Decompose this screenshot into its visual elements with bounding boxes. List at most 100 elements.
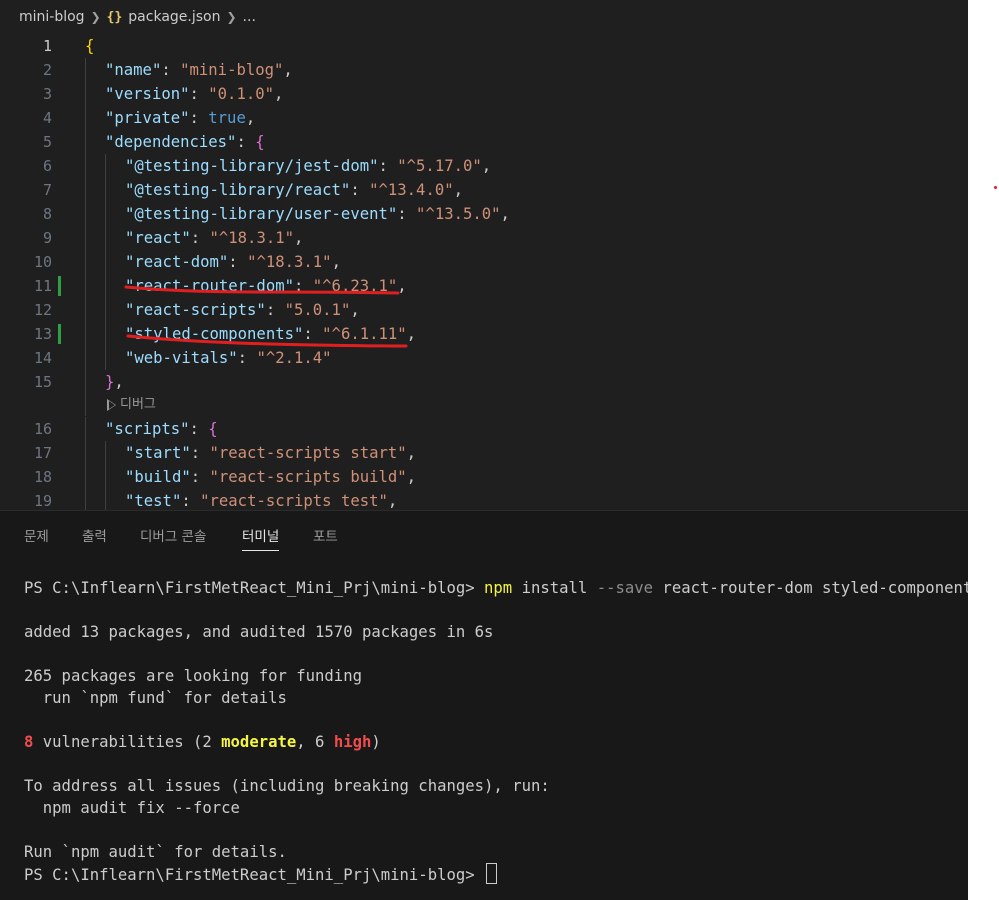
code-content: "@testing-library/user-event": "^13.5.0"… bbox=[85, 202, 510, 226]
code-token: "react-scripts build" bbox=[209, 468, 407, 486]
line-number: 3 bbox=[42, 85, 52, 103]
code-line[interactable]: 13 "styled-components": "^6.1.11", bbox=[0, 322, 968, 346]
indent-guide bbox=[85, 82, 105, 106]
line-number: 18 bbox=[33, 468, 52, 486]
debug-codelens-link[interactable]: 디버그 bbox=[107, 394, 156, 416]
code-token: { bbox=[208, 420, 218, 438]
code-token: : bbox=[378, 157, 398, 175]
code-token: : bbox=[397, 205, 417, 223]
terminal-cursor[interactable] bbox=[486, 863, 498, 884]
code-line[interactable]: 18 "build": "react-scripts build", bbox=[0, 465, 968, 489]
indent-guide bbox=[85, 202, 105, 226]
code-line[interactable]: 4 "private": true, bbox=[0, 106, 968, 130]
code-token: , bbox=[406, 444, 417, 462]
code-line[interactable]: 9 "react": "^18.3.1", bbox=[0, 226, 968, 250]
code-content: "dependencies": { bbox=[85, 130, 265, 154]
code-token: : bbox=[189, 420, 209, 438]
line-number: 8 bbox=[42, 205, 52, 223]
code-content: "react-scripts": "5.0.1", bbox=[85, 298, 360, 322]
code-line[interactable]: 16 "scripts": { bbox=[0, 417, 968, 441]
code-line[interactable]: 14 "web-vitals": "^2.1.4" bbox=[0, 346, 968, 370]
code-token: "^13.4.0" bbox=[369, 181, 454, 199]
code-line[interactable]: 5 "dependencies": { bbox=[0, 130, 968, 154]
code-line[interactable]: 11 "react-router-dom": "^6.23.1", bbox=[0, 274, 968, 298]
code-line[interactable]: 3 "version": "0.1.0", bbox=[0, 82, 968, 106]
code-content: }, bbox=[85, 370, 124, 394]
code-content: "private": true, bbox=[85, 106, 255, 130]
code-line[interactable]: 8 "@testing-library/user-event": "^13.5.0… bbox=[0, 202, 968, 226]
code-token: "build" bbox=[125, 468, 191, 486]
breadcrumb-more[interactable]: ... bbox=[243, 9, 256, 25]
indent-guide bbox=[105, 298, 125, 322]
indent-guide bbox=[105, 441, 125, 465]
code-line[interactable]: 17 "start": "react-scripts start", bbox=[0, 441, 968, 465]
code-token: "dependencies" bbox=[105, 133, 237, 151]
code-line[interactable]: 15}, bbox=[0, 370, 968, 394]
code-token: "mini-blog" bbox=[180, 61, 284, 79]
vscode-window: mini-blog ❯ {} package.json ❯ ... 1{2 "na… bbox=[0, 0, 968, 900]
code-token: "0.1.0" bbox=[208, 85, 274, 103]
indent-guide bbox=[105, 274, 125, 298]
code-line[interactable]: 19 "test": "react-scripts test", bbox=[0, 489, 968, 510]
line-number: 2 bbox=[42, 61, 52, 79]
terminal-audit-fix-line: npm audit fix --force bbox=[24, 799, 240, 817]
code-token: "5.0.1" bbox=[284, 301, 351, 319]
indent-guide bbox=[85, 370, 105, 394]
code-token: , bbox=[406, 325, 417, 343]
code-token: { bbox=[85, 37, 95, 55]
indent-guide bbox=[105, 346, 125, 370]
code-token: : bbox=[190, 468, 210, 486]
code-token: , bbox=[283, 61, 293, 79]
code-token: "@testing-library/react" bbox=[125, 181, 351, 199]
tab-terminal[interactable]: 터미널 bbox=[242, 525, 280, 551]
terminal-funding-line: 265 packages are looking for funding bbox=[24, 667, 362, 685]
terminal-prompt: PS C:\Inflearn\FirstMetReact_Mini_Prj\mi… bbox=[24, 579, 485, 597]
line-number: 9 bbox=[42, 229, 52, 247]
code-token: : bbox=[303, 325, 323, 343]
line-number: 10 bbox=[33, 253, 52, 271]
code-content: "name": "mini-blog", bbox=[85, 58, 293, 82]
terminal-cmd: npm bbox=[484, 579, 513, 597]
terminal-prompt: PS C:\Inflearn\FirstMetReact_Mini_Prj\mi… bbox=[24, 866, 485, 884]
chevron-right-icon: ❯ bbox=[90, 10, 101, 24]
code-token: : bbox=[189, 85, 209, 103]
indent-guide bbox=[85, 274, 105, 298]
code-editor[interactable]: 1{ 2 "name": "mini-blog", 3 "version": "0.1.… bbox=[0, 34, 968, 510]
indent-guide bbox=[105, 465, 125, 489]
terminal-output[interactable]: PS C:\Inflearn\FirstMetReact_Mini_Prj\mi… bbox=[24, 573, 968, 884]
tab-problems[interactable]: 문제 bbox=[24, 525, 49, 545]
code-line[interactable]: 6 "@testing-library/jest-dom": "^5.17.0", bbox=[0, 154, 968, 178]
code-content: "@testing-library/jest-dom": "^5.17.0", bbox=[85, 154, 491, 178]
indent-guide bbox=[85, 226, 105, 250]
git-modified-indicator[interactable] bbox=[58, 276, 61, 296]
code-line[interactable]: 2 "name": "mini-blog", bbox=[0, 58, 968, 82]
terminal-added-line: added 13 packages, and audited 1570 pack… bbox=[24, 623, 494, 641]
code-token: : bbox=[181, 492, 201, 510]
terminal-cmd-flag: --save bbox=[596, 579, 654, 597]
code-token: "^6.1.11" bbox=[322, 325, 407, 343]
code-line[interactable]: 12 "react-scripts": "5.0.1", bbox=[0, 298, 968, 322]
tab-debug-console[interactable]: 디버그 콘솔 bbox=[140, 525, 206, 545]
code-content: "react": "^18.3.1", bbox=[85, 226, 303, 250]
line-number: 12 bbox=[33, 301, 52, 319]
code-token: , bbox=[114, 373, 124, 391]
code-token: "^13.5.0" bbox=[416, 205, 501, 223]
git-modified-indicator[interactable] bbox=[58, 324, 61, 344]
line-number: 11 bbox=[33, 277, 52, 295]
indent-guide bbox=[85, 489, 105, 510]
code-token: "@testing-library/jest-dom" bbox=[125, 157, 379, 175]
code-line[interactable]: 7 "@testing-library/react": "^13.4.0", bbox=[0, 178, 968, 202]
breadcrumb-folder[interactable]: mini-blog bbox=[19, 9, 85, 25]
tab-output[interactable]: 출력 bbox=[82, 525, 107, 545]
code-token: "react-router-dom" bbox=[125, 277, 294, 295]
code-content: "react-dom": "^18.3.1", bbox=[85, 250, 341, 274]
tab-ports[interactable]: 포트 bbox=[313, 525, 338, 545]
breadcrumb-file[interactable]: package.json bbox=[128, 9, 220, 25]
code-token: , bbox=[406, 468, 417, 486]
line-number: 13 bbox=[33, 325, 52, 343]
code-line[interactable]: 1{ bbox=[0, 34, 968, 58]
terminal-cmd-arg: install bbox=[512, 579, 597, 597]
code-line[interactable]: 10 "react-dom": "^18.3.1", bbox=[0, 250, 968, 274]
line-number: 7 bbox=[42, 181, 52, 199]
indent-guide bbox=[85, 250, 105, 274]
